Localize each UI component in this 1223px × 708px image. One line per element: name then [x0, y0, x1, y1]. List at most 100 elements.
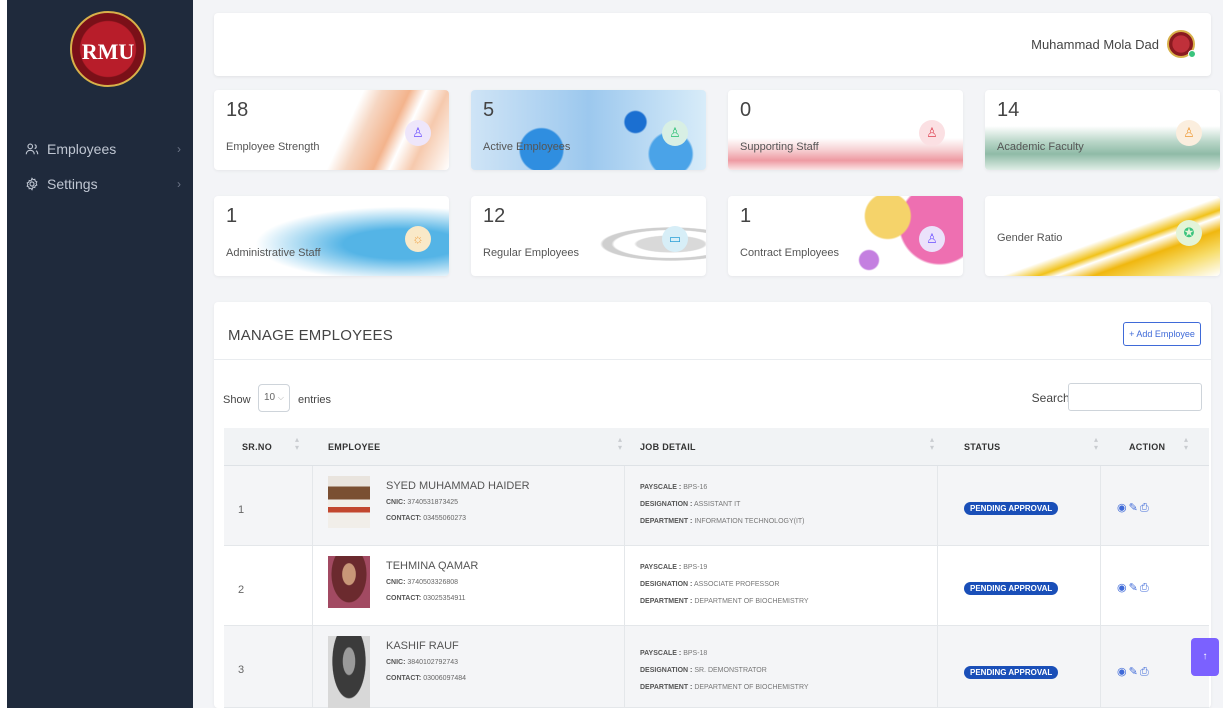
stat-label: Gender Ratio	[997, 232, 1063, 244]
manage-employees-panel: MANAGE EMPLOYEES + Add Employee Show 10 …	[214, 302, 1211, 708]
user-plus-icon: ♙	[919, 120, 945, 146]
sidebar-item-label: Employees	[47, 141, 117, 157]
stat-card-active-employees[interactable]: 5 Active Employees ♙	[471, 90, 706, 170]
employee-photo[interactable]	[328, 636, 370, 708]
stat-label: Employee Strength	[226, 141, 320, 153]
user-x-icon: ♙	[1176, 120, 1202, 146]
column-header-employee[interactable]: EMPLOYEE	[328, 442, 380, 452]
view-icon[interactable]: ◉	[1117, 582, 1129, 594]
sort-icon[interactable]: ▴ ▾	[1184, 436, 1188, 452]
job-designation: DESIGNATION : ASSOCIATE PROFESSOR	[640, 581, 780, 588]
sidebar-item-settings[interactable]: Settings ›	[25, 174, 185, 194]
table-row: 2 TEHMINA QAMAR CNIC: 3740503326808 CONT…	[224, 546, 1209, 626]
view-icon[interactable]: ◉	[1117, 502, 1129, 514]
column-divider	[312, 626, 313, 707]
employee-photo[interactable]	[328, 556, 370, 608]
stat-value: 12	[483, 205, 506, 227]
print-icon[interactable]: ⎙	[1140, 666, 1151, 678]
job-designation: DESIGNATION : SR. DEMONSTRATOR	[640, 667, 767, 674]
column-divider	[312, 546, 313, 625]
stat-label: Regular Employees	[483, 247, 579, 259]
job-payscale: PAYSCALE : BPS-18	[640, 650, 708, 657]
stat-card-academic-faculty[interactable]: 14 Academic Faculty ♙	[985, 90, 1220, 170]
table-row: 3 KASHIF RAUF CNIC: 3840102792743 CONTAC…	[224, 626, 1209, 708]
panel-title: MANAGE EMPLOYEES	[228, 327, 393, 344]
view-icon[interactable]: ◉	[1117, 666, 1129, 678]
column-divider	[624, 626, 625, 707]
column-divider	[1100, 466, 1101, 545]
column-divider	[937, 546, 938, 625]
job-department: DEPARTMENT : INFORMATION TECHNOLOGY(IT)	[640, 518, 805, 525]
job-payscale: PAYSCALE : BPS-19	[640, 564, 708, 571]
job-payscale: PAYSCALE : BPS-16	[640, 484, 708, 491]
top-bar: Muhammad Mola Dad	[214, 13, 1211, 76]
column-divider	[937, 466, 938, 545]
status-badge: PENDING APPROVAL	[964, 582, 1059, 595]
employee-contact: CONTACT: 03006097484	[386, 675, 467, 682]
stat-card-gender-ratio[interactable]: Gender Ratio ✪	[985, 196, 1220, 276]
sort-icon[interactable]: ▴ ▾	[930, 436, 934, 452]
user-avatar[interactable]	[1167, 30, 1196, 58]
stat-card-contract-employees[interactable]: 1 Contract Employees ♙	[728, 196, 963, 276]
edit-icon[interactable]: ✎	[1129, 666, 1140, 678]
stat-value: 18	[226, 99, 249, 121]
divider	[214, 359, 1211, 360]
row-actions: ◉✎⎙	[1117, 581, 1151, 595]
stat-label: Administrative Staff	[226, 247, 321, 259]
stat-value: 1	[740, 205, 752, 227]
stat-value: 1	[226, 205, 238, 227]
stat-label: Active Employees	[483, 141, 571, 153]
user-check-icon: ♙	[662, 120, 688, 146]
employee-contact: CONTACT: 03455060273	[386, 515, 467, 522]
stat-card-supporting-staff[interactable]: 0 Supporting Staff ♙	[728, 90, 963, 170]
search-label: Search:	[1031, 391, 1073, 405]
row-number: 2	[238, 584, 245, 596]
logo-text: RMU	[81, 39, 135, 64]
user-name[interactable]: Muhammad Mola Dad	[1031, 37, 1159, 52]
scroll-to-top-button[interactable]: ↑	[1191, 638, 1219, 676]
edit-icon[interactable]: ✎	[1129, 582, 1140, 594]
sidebar-item-label: Settings	[47, 176, 98, 192]
table-header: SR.NO ▴ ▾ EMPLOYEE ▴ ▾ JOB DETAIL ▴ ▾ STATU…	[224, 428, 1209, 466]
stat-card-employee-strength[interactable]: 18 Employee Strength ♙	[214, 90, 449, 170]
page-size-select[interactable]: 10 ⌵	[258, 384, 290, 412]
row-actions: ◉✎⎙	[1117, 665, 1151, 679]
column-divider	[624, 546, 625, 625]
status-badge: PENDING APPROVAL	[964, 666, 1059, 679]
stat-card-administrative-staff[interactable]: 1 Administrative Staff ☼	[214, 196, 449, 276]
table-row: 1 SYED MUHAMMAD HAIDER CNIC: 37405318734…	[224, 466, 1209, 546]
edit-icon[interactable]: ✎	[1129, 502, 1140, 514]
sort-icon[interactable]: ▴ ▾	[295, 436, 299, 452]
row-number: 1	[238, 504, 245, 516]
column-divider	[1100, 626, 1101, 707]
users-icon	[25, 143, 39, 155]
stat-label: Supporting Staff	[740, 141, 819, 153]
row-number: 3	[238, 664, 245, 676]
column-header-job-detail[interactable]: JOB DETAIL	[640, 442, 696, 452]
stat-label: Academic Faculty	[997, 141, 1084, 153]
main-content: Muhammad Mola Dad 18 Employee Strength ♙…	[193, 0, 1223, 708]
stat-card-regular-employees[interactable]: 12 Regular Employees ▭	[471, 196, 706, 276]
chevron-down-icon: ⌵	[277, 393, 284, 402]
job-designation: DESIGNATION : ASSISTANT IT	[640, 501, 741, 508]
sort-icon[interactable]: ▴ ▾	[618, 436, 622, 452]
university-logo[interactable]: RMU	[70, 11, 146, 87]
search-input[interactable]	[1068, 383, 1202, 411]
sort-icon[interactable]: ▴ ▾	[1094, 436, 1098, 452]
job-department: DEPARTMENT : DEPARTMENT OF BIOCHEMISTRY	[640, 684, 809, 691]
column-header-srno[interactable]: SR.NO	[242, 442, 272, 452]
column-header-action[interactable]: ACTION	[1129, 442, 1165, 452]
users-icon: ♙	[919, 226, 945, 252]
sidebar: RMU Employees › Settings ›	[7, 0, 193, 708]
print-icon[interactable]: ⎙	[1140, 582, 1151, 594]
stat-value: 14	[997, 99, 1020, 121]
chevron-right-icon: ›	[177, 142, 181, 156]
print-icon[interactable]: ⎙	[1140, 502, 1151, 514]
user-icon: ♙	[405, 120, 431, 146]
online-status-dot	[1188, 50, 1196, 58]
column-divider	[937, 626, 938, 707]
employee-photo[interactable]	[328, 476, 370, 528]
add-employee-button[interactable]: + Add Employee	[1123, 322, 1201, 346]
sidebar-item-employees[interactable]: Employees ›	[25, 139, 185, 159]
column-header-status[interactable]: STATUS	[964, 442, 1000, 452]
